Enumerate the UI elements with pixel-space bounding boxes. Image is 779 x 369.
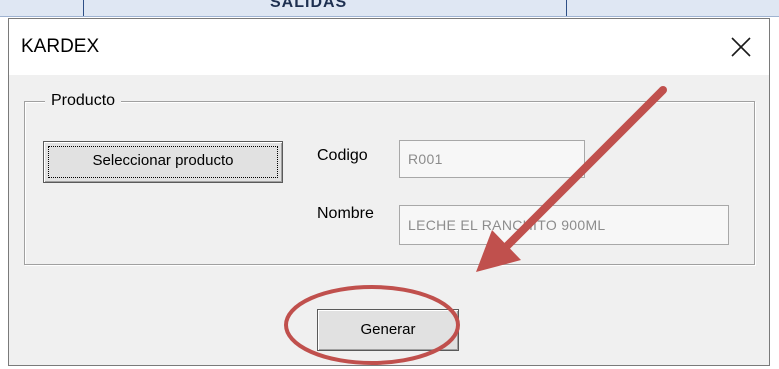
select-product-button[interactable]: Seleccionar producto — [43, 141, 283, 183]
generate-button-label: Generar — [360, 321, 416, 338]
close-icon — [731, 37, 751, 57]
kardex-dialog: KARDEX Producto Seleccionar producto Cod… — [8, 18, 770, 366]
sheet-column-divider — [566, 0, 567, 16]
sheet-header-text: SALIDAS — [270, 0, 348, 11]
generate-button[interactable]: Generar — [317, 309, 459, 351]
dialog-titlebar: KARDEX — [9, 19, 769, 75]
nombre-label: Nombre — [317, 205, 374, 222]
nombre-field[interactable] — [399, 205, 729, 245]
codigo-label: Codigo — [317, 147, 368, 164]
background-sheet-header: SALIDAS — [0, 0, 779, 17]
producto-group-legend: Producto — [45, 92, 122, 110]
codigo-field[interactable] — [399, 140, 585, 178]
select-product-button-label: Seleccionar producto — [92, 152, 234, 169]
close-button[interactable] — [721, 27, 761, 67]
dialog-title: KARDEX — [21, 36, 100, 57]
screenshot-stage: SALIDAS KARDEX Producto Seleccionar prod… — [0, 0, 779, 369]
sheet-column-divider — [83, 0, 84, 16]
